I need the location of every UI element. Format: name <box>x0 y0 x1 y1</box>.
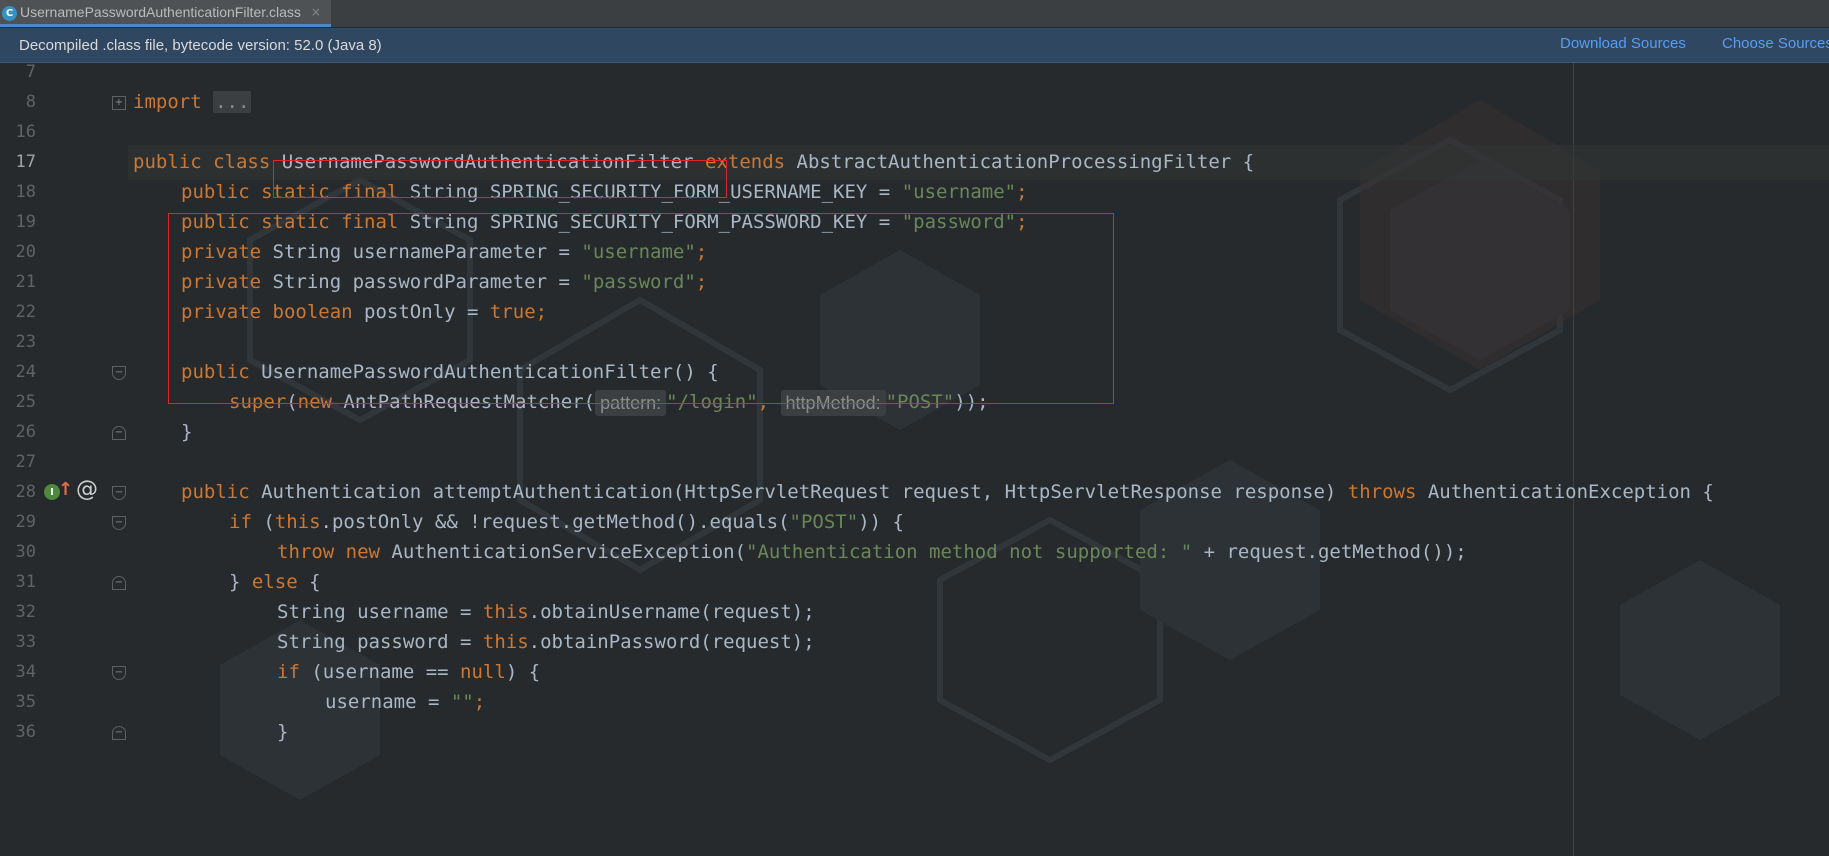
fold-collapse-icon[interactable]: − <box>112 666 126 680</box>
fold-collapse-icon[interactable]: − <box>112 486 126 500</box>
fold-collapse-icon[interactable]: − <box>112 516 126 530</box>
fold-end-icon[interactable]: − <box>112 726 126 740</box>
fold-end-icon[interactable]: − <box>112 576 126 590</box>
editor-tab-bar: C UsernamePasswordAuthenticationFilter.c… <box>0 0 1829 28</box>
notice-text: Decompiled .class file, bytecode version… <box>19 36 382 54</box>
closing-brace: } <box>277 721 289 743</box>
override-arrow-icon[interactable]: ↑ <box>58 479 73 500</box>
fold-expand-icon[interactable]: + <box>112 96 126 110</box>
decompiled-notice-banner: Decompiled .class file, bytecode version… <box>0 28 1829 63</box>
tab-label: UsernamePasswordAuthenticationFilter.cla… <box>20 4 301 20</box>
parameter-hint-pattern: pattern: <box>595 389 667 416</box>
download-sources-link[interactable]: Download Sources <box>1560 35 1686 52</box>
fold-collapse-icon[interactable]: − <box>112 366 126 380</box>
class-file-icon: C <box>2 6 17 21</box>
parameter-hint-httpmethod: httpMethod: <box>780 389 886 416</box>
code-line: 36 − } <box>0 715 1829 750</box>
editor-tab[interactable]: C UsernamePasswordAuthenticationFilter.c… <box>0 0 331 27</box>
collapsed-imports[interactable]: ... <box>213 91 252 113</box>
class-name: UsernamePasswordAuthenticationFilter <box>281 151 694 173</box>
code-editor[interactable]: 7 8 + import ... 16 17 public class User… <box>0 62 1829 856</box>
annotation-icon[interactable]: @ <box>76 477 98 502</box>
fold-end-icon[interactable]: − <box>112 426 126 440</box>
choose-sources-link[interactable]: Choose Sources... <box>1722 35 1829 52</box>
close-icon[interactable]: × <box>311 5 321 19</box>
line-number: 36 <box>15 722 36 742</box>
